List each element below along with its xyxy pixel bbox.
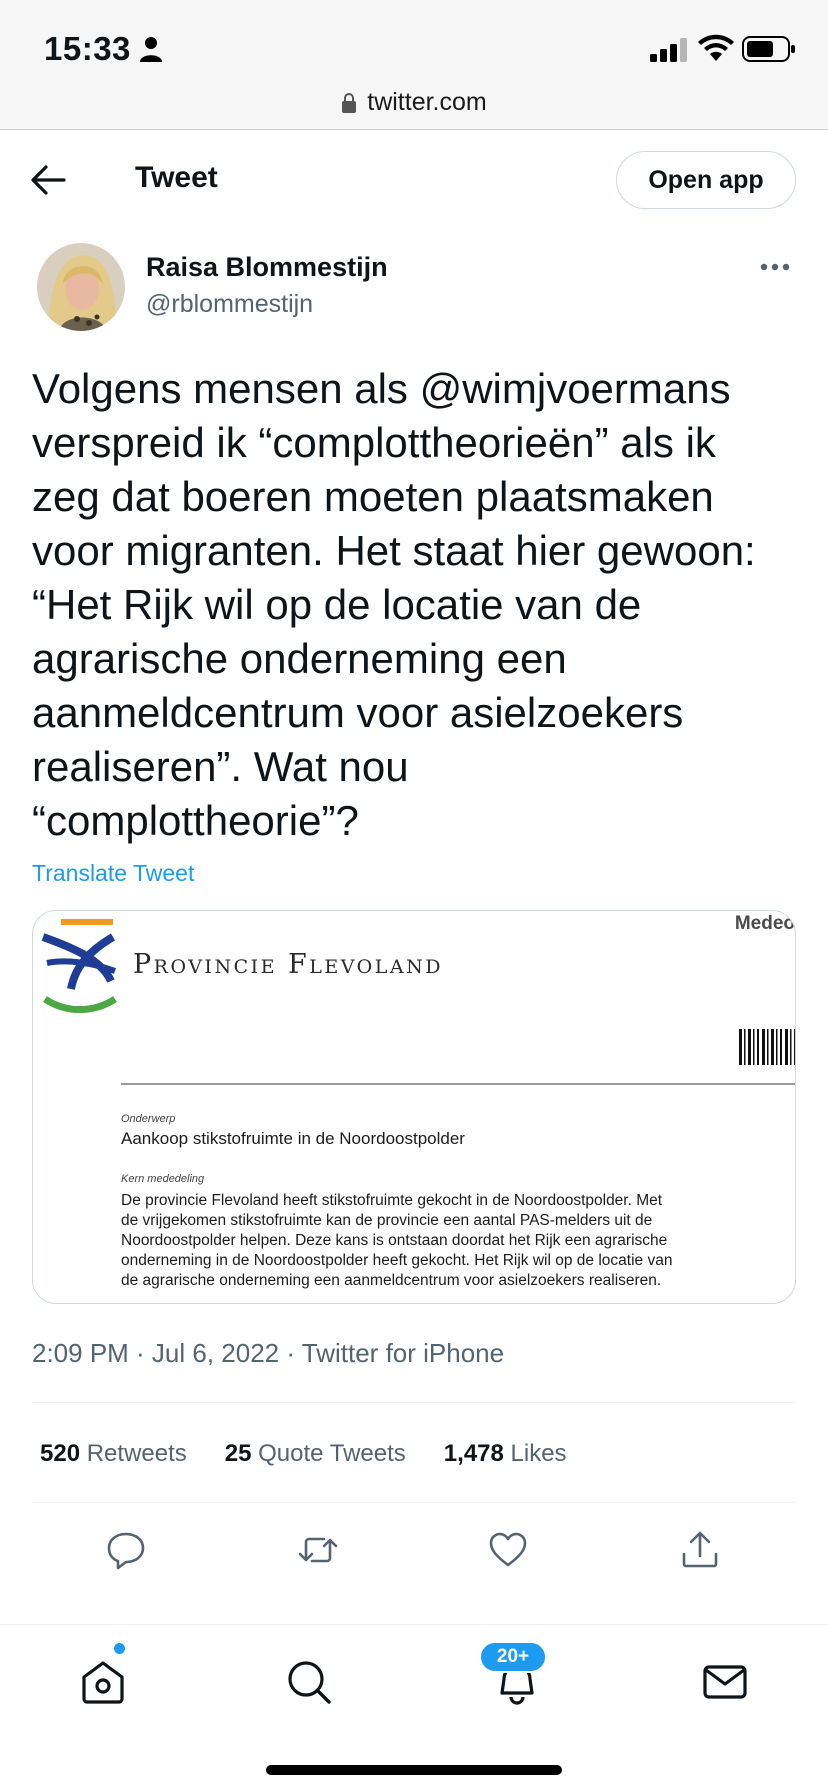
battery-icon (742, 36, 795, 62)
signal-icon (650, 38, 687, 62)
url-bar[interactable]: twitter.com (0, 84, 828, 130)
tweet-media-image[interactable]: Provincie Flevoland Medeo Onderwerp Aank… (32, 910, 796, 1304)
tweet-actions (0, 1530, 828, 1574)
body-label: Kern mededeling (121, 1173, 205, 1185)
document-subject: Aankoop stikstofruimte in de Noordoostpo… (121, 1129, 465, 1148)
document-body: De provincie Flevoland heeft stikstofrui… (121, 1192, 673, 1289)
quotes-stat[interactable]: 25 Quote Tweets (225, 1440, 406, 1468)
tweet-header: Tweet Open app (0, 131, 828, 229)
tweet-stats: 520 Retweets 25 Quote Tweets 1,478 Likes (40, 1440, 567, 1468)
person-icon (140, 37, 162, 62)
author-name[interactable]: Raisa Blommestijn (146, 252, 388, 283)
back-arrow-icon[interactable] (30, 163, 66, 197)
retweets-label: Retweets (86, 1440, 187, 1467)
provincie-flevoland-logo (41, 919, 117, 1014)
tweet-timestamp[interactable]: 2:09 PM · Jul 6, 2022 · Twitter for iPho… (32, 1338, 504, 1369)
tweet-text: Volgens mensen als @wimjvoermans verspre… (32, 365, 756, 844)
reply-icon[interactable] (106, 1530, 146, 1570)
like-heart-icon[interactable] (488, 1530, 528, 1570)
retweet-icon[interactable] (298, 1530, 338, 1570)
document-divider (121, 1083, 795, 1085)
document-type-label: Medeo (734, 913, 795, 934)
url-text: twitter.com (367, 88, 487, 116)
subject-label: Onderwerp (121, 1113, 176, 1125)
retweets-count: 520 (40, 1440, 81, 1467)
wifi-icon (698, 34, 734, 61)
status-time: 15:33 (44, 30, 131, 67)
likes-stat[interactable]: 1,478 Likes (444, 1440, 567, 1468)
home-icon[interactable] (80, 1659, 126, 1705)
lock-icon (342, 92, 357, 113)
likes-label: Likes (510, 1440, 567, 1467)
bottom-navigation: 20+ (0, 1624, 828, 1792)
messages-envelope-icon[interactable] (702, 1659, 748, 1705)
quotes-label: Quote Tweets (258, 1440, 406, 1467)
status-bar: 15:33 (0, 0, 828, 96)
divider (32, 1402, 796, 1403)
author-handle[interactable]: @rblommestijn (146, 290, 313, 319)
avatar[interactable] (37, 243, 125, 331)
likes-count: 1,478 (443, 1440, 504, 1467)
quotes-count: 25 (224, 1440, 252, 1467)
search-icon[interactable] (286, 1659, 332, 1705)
translate-tweet-link[interactable]: Translate Tweet (32, 860, 194, 887)
retweets-stat[interactable]: 520 Retweets (40, 1440, 187, 1468)
page-title: Tweet (135, 161, 218, 194)
barcode-icon (739, 1029, 795, 1065)
org-name: Provincie Flevoland (133, 949, 443, 980)
share-icon[interactable] (680, 1530, 720, 1570)
home-unread-dot (114, 1643, 125, 1654)
more-options-icon[interactable] (760, 262, 790, 272)
avatar-image (37, 243, 125, 331)
open-app-button[interactable]: Open app (616, 151, 796, 209)
divider (32, 1502, 796, 1503)
notifications-badge: 20+ (479, 1641, 547, 1673)
home-indicator (266, 1765, 562, 1775)
